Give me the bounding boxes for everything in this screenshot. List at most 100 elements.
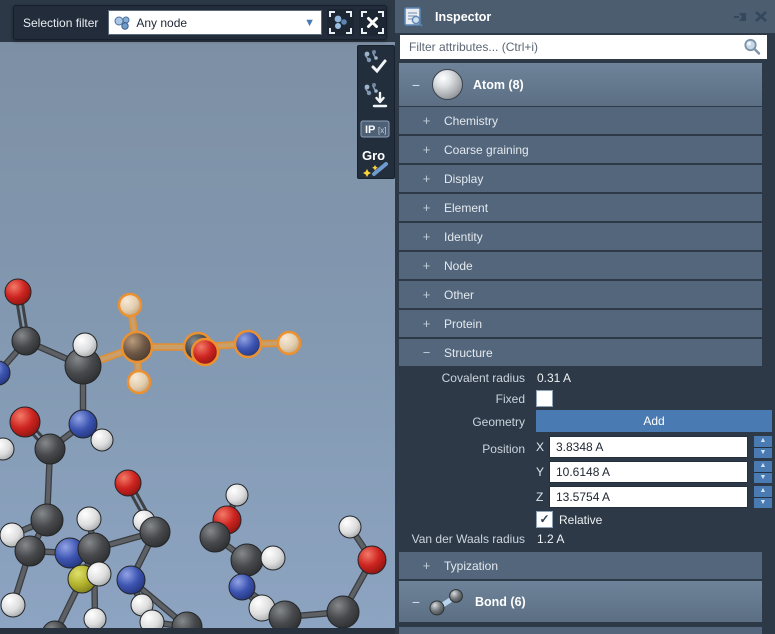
group-row-display[interactable]: + Display	[399, 165, 762, 192]
dropdown-value: Any node	[136, 15, 188, 30]
collapse-icon: −	[422, 345, 431, 360]
selection-filter-dropdown[interactable]: Any node ▼	[108, 10, 322, 35]
molecule-canvas[interactable]	[0, 42, 395, 634]
selection-filter-label: Selection filter	[23, 15, 99, 30]
attribute-filter-input[interactable]	[407, 39, 742, 55]
inspector-icon	[404, 6, 423, 26]
spin-down-icon[interactable]: ▼	[754, 497, 772, 508]
expand-icon: +	[422, 316, 431, 331]
atom-c[interactable]	[139, 516, 171, 548]
pin-icon[interactable]	[732, 9, 749, 24]
save-selection-button[interactable]	[358, 79, 392, 112]
atom-o[interactable]	[190, 337, 220, 367]
atom-o[interactable]	[9, 406, 41, 438]
atom-h[interactable]	[90, 428, 114, 452]
group-row-node[interactable]: + Node	[399, 252, 762, 279]
3d-viewport[interactable]: Selection filter Any node ▼ IP [x] Gro	[0, 0, 395, 634]
atom-h[interactable]	[72, 332, 98, 358]
atom-h[interactable]	[76, 506, 102, 532]
interaction-potential-button[interactable]: IP [x]	[358, 112, 392, 145]
atom-o[interactable]	[357, 545, 387, 575]
vdw-radius-label: Van der Waals radius	[411, 532, 525, 546]
group-label: Identity	[444, 229, 483, 244]
inspector-title: Inspector	[435, 9, 492, 24]
position-z-spinner[interactable]: ▲ ▼	[754, 486, 772, 508]
ip-tool-icon: IP [x]	[360, 120, 390, 137]
atom-h[interactable]	[225, 483, 249, 507]
atom-o[interactable]	[114, 469, 142, 497]
atom-h[interactable]	[260, 545, 286, 571]
group-row-protein[interactable]: + Protein	[399, 310, 762, 337]
atom-c[interactable]	[11, 326, 41, 356]
expand-icon: +	[422, 113, 431, 128]
group-row-typization[interactable]: + Typization	[399, 552, 762, 579]
spin-down-icon[interactable]: ▼	[754, 472, 772, 483]
close-icon[interactable]	[753, 9, 769, 24]
atom-n[interactable]	[116, 565, 146, 595]
atom-h[interactable]	[0, 592, 26, 618]
atom-c[interactable]	[326, 595, 360, 629]
add-geometry-button[interactable]: Add	[536, 410, 772, 432]
fixed-checkbox[interactable]	[536, 390, 553, 407]
clear-selection-x-icon	[361, 11, 384, 34]
atom-c[interactable]	[30, 503, 64, 537]
atom-n[interactable]	[228, 573, 256, 601]
group-label: Typization	[444, 558, 499, 573]
select-nodes-icon	[329, 11, 352, 34]
group-row-other[interactable]: + Other	[399, 281, 762, 308]
bond-section-header[interactable]: − Bond (6)	[399, 581, 762, 622]
relative-checkbox[interactable]: ✓	[536, 511, 553, 528]
search-icon	[744, 38, 761, 55]
position-y-input[interactable]	[549, 461, 748, 483]
group-label: Element	[444, 200, 489, 215]
atom-cs[interactable]	[120, 330, 154, 364]
atom-sphere-icon	[432, 69, 463, 100]
svg-text:IP: IP	[365, 124, 375, 136]
expand-icon: +	[422, 229, 431, 244]
spin-up-icon[interactable]: ▲	[754, 461, 772, 472]
atom-h[interactable]	[83, 607, 107, 631]
select-nodes-button[interactable]	[327, 9, 354, 36]
atom-h[interactable]	[0, 437, 15, 461]
bond-section-title: Bond (6)	[475, 594, 526, 609]
position-x-spinner[interactable]: ▲ ▼	[754, 436, 772, 458]
group-row-identity[interactable]: + Identity	[399, 223, 762, 250]
spin-down-icon[interactable]: ▼	[754, 447, 772, 458]
expand-icon: +	[422, 258, 431, 273]
atom-hs[interactable]	[276, 330, 302, 356]
spin-up-icon[interactable]: ▲	[754, 486, 772, 497]
atom-c[interactable]	[230, 543, 264, 577]
molecule-render	[0, 278, 387, 634]
atom-hs[interactable]	[117, 292, 143, 318]
atom-n[interactable]	[233, 329, 263, 359]
atom-c[interactable]	[14, 535, 46, 567]
attribute-filter-box	[400, 35, 767, 59]
group-row-element[interactable]: + Element	[399, 194, 762, 221]
expand-icon: +	[422, 558, 431, 573]
atom-o[interactable]	[4, 278, 32, 306]
position-x-input[interactable]	[549, 436, 748, 458]
group-row-chemistry[interactable]: + Chemistry	[399, 107, 762, 134]
clear-selection-button[interactable]	[359, 9, 386, 36]
set-selection-button[interactable]	[358, 46, 392, 79]
vdw-radius-value: 1.2 A	[537, 532, 565, 546]
group-row-coarse-graining[interactable]: + Coarse graining	[399, 136, 762, 163]
next-row-partial	[399, 627, 762, 634]
chevron-down-icon: ▼	[304, 16, 315, 29]
atom-h[interactable]	[338, 515, 362, 539]
position-y-spinner[interactable]: ▲ ▼	[754, 461, 772, 483]
atom-hs[interactable]	[126, 369, 152, 395]
collapse-icon: −	[411, 593, 421, 610]
atom-section-header[interactable]: − Atom (8)	[399, 63, 762, 106]
atom-h[interactable]	[86, 561, 112, 587]
inspector-title-bar: Inspector	[395, 0, 775, 33]
position-z-label: Z	[536, 490, 544, 504]
atom-c[interactable]	[199, 521, 231, 553]
gromacs-wizard-button[interactable]: Gro	[358, 145, 392, 178]
atom-c[interactable]	[77, 532, 111, 566]
selection-check-icon	[364, 49, 387, 73]
spin-up-icon[interactable]: ▲	[754, 436, 772, 447]
group-row-structure[interactable]: − Structure	[399, 339, 762, 366]
position-z-input[interactable]	[549, 486, 748, 508]
atom-c[interactable]	[34, 433, 66, 465]
